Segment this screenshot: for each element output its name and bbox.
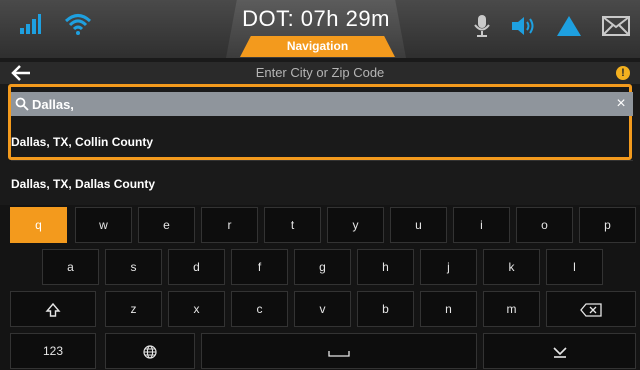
space-icon [328,350,350,357]
key-p[interactable]: p [579,207,636,243]
info-icon[interactable]: ! [616,66,630,80]
search-value[interactable]: Dallas, [32,97,609,112]
key-w[interactable]: w [75,207,132,243]
chevron-down-icon [552,347,567,358]
key-y[interactable]: y [327,207,384,243]
search-header: Enter City or Zip Code ! [0,62,640,84]
microphone-icon[interactable] [474,14,490,38]
key-o[interactable]: o [516,207,573,243]
signal-strength-icon [18,12,42,36]
status-bar: DOT: 07h 29m Navigation [0,0,640,58]
key-r[interactable]: r [201,207,258,243]
key-i[interactable]: i [453,207,510,243]
language-key[interactable] [105,333,195,369]
speaker-volume-icon[interactable] [510,14,536,38]
search-icon [15,97,29,111]
key-h[interactable]: h [357,249,414,285]
list-item[interactable]: Dallas, TX, Collin County [11,126,633,158]
clear-icon[interactable]: × [609,92,633,116]
numbers-key[interactable]: 123 [10,333,96,369]
key-l[interactable]: l [546,249,603,285]
shift-icon [45,302,61,317]
page-title: Enter City or Zip Code [255,65,385,80]
key-a[interactable]: a [42,249,99,285]
key-m[interactable]: m [483,291,540,327]
mail-icon[interactable] [602,15,630,37]
wifi-icon [64,12,92,36]
key-q[interactable]: q [10,207,67,243]
key-f[interactable]: f [231,249,288,285]
key-k[interactable]: k [483,249,540,285]
key-u[interactable]: u [390,207,447,243]
key-t[interactable]: t [264,207,321,243]
globe-icon [143,345,157,359]
key-n[interactable]: n [420,291,477,327]
navigation-tab[interactable]: Navigation [240,36,395,57]
alert-triangle-icon[interactable] [556,14,582,38]
onscreen-keyboard: q w e r t y u i o p a s d f g h j k l z … [0,205,640,370]
shift-key[interactable] [10,291,96,327]
backspace-icon [580,303,602,317]
key-e[interactable]: e [138,207,195,243]
key-g[interactable]: g [294,249,351,285]
spacebar-key[interactable] [201,333,477,369]
list-item[interactable]: Dallas, TX, Dallas County [11,168,633,200]
key-j[interactable]: j [420,249,477,285]
key-s[interactable]: s [105,249,162,285]
key-d[interactable]: d [168,249,225,285]
key-c[interactable]: c [231,291,288,327]
key-z[interactable]: z [105,291,162,327]
divider [11,160,633,161]
backspace-key[interactable] [546,291,636,327]
dot-timer: DOT: 07h 29m [242,6,390,31]
search-input[interactable]: Dallas, × [11,92,633,116]
key-b[interactable]: b [357,291,414,327]
key-x[interactable]: x [168,291,225,327]
key-v[interactable]: v [294,291,351,327]
hide-keyboard-key[interactable] [483,333,636,369]
